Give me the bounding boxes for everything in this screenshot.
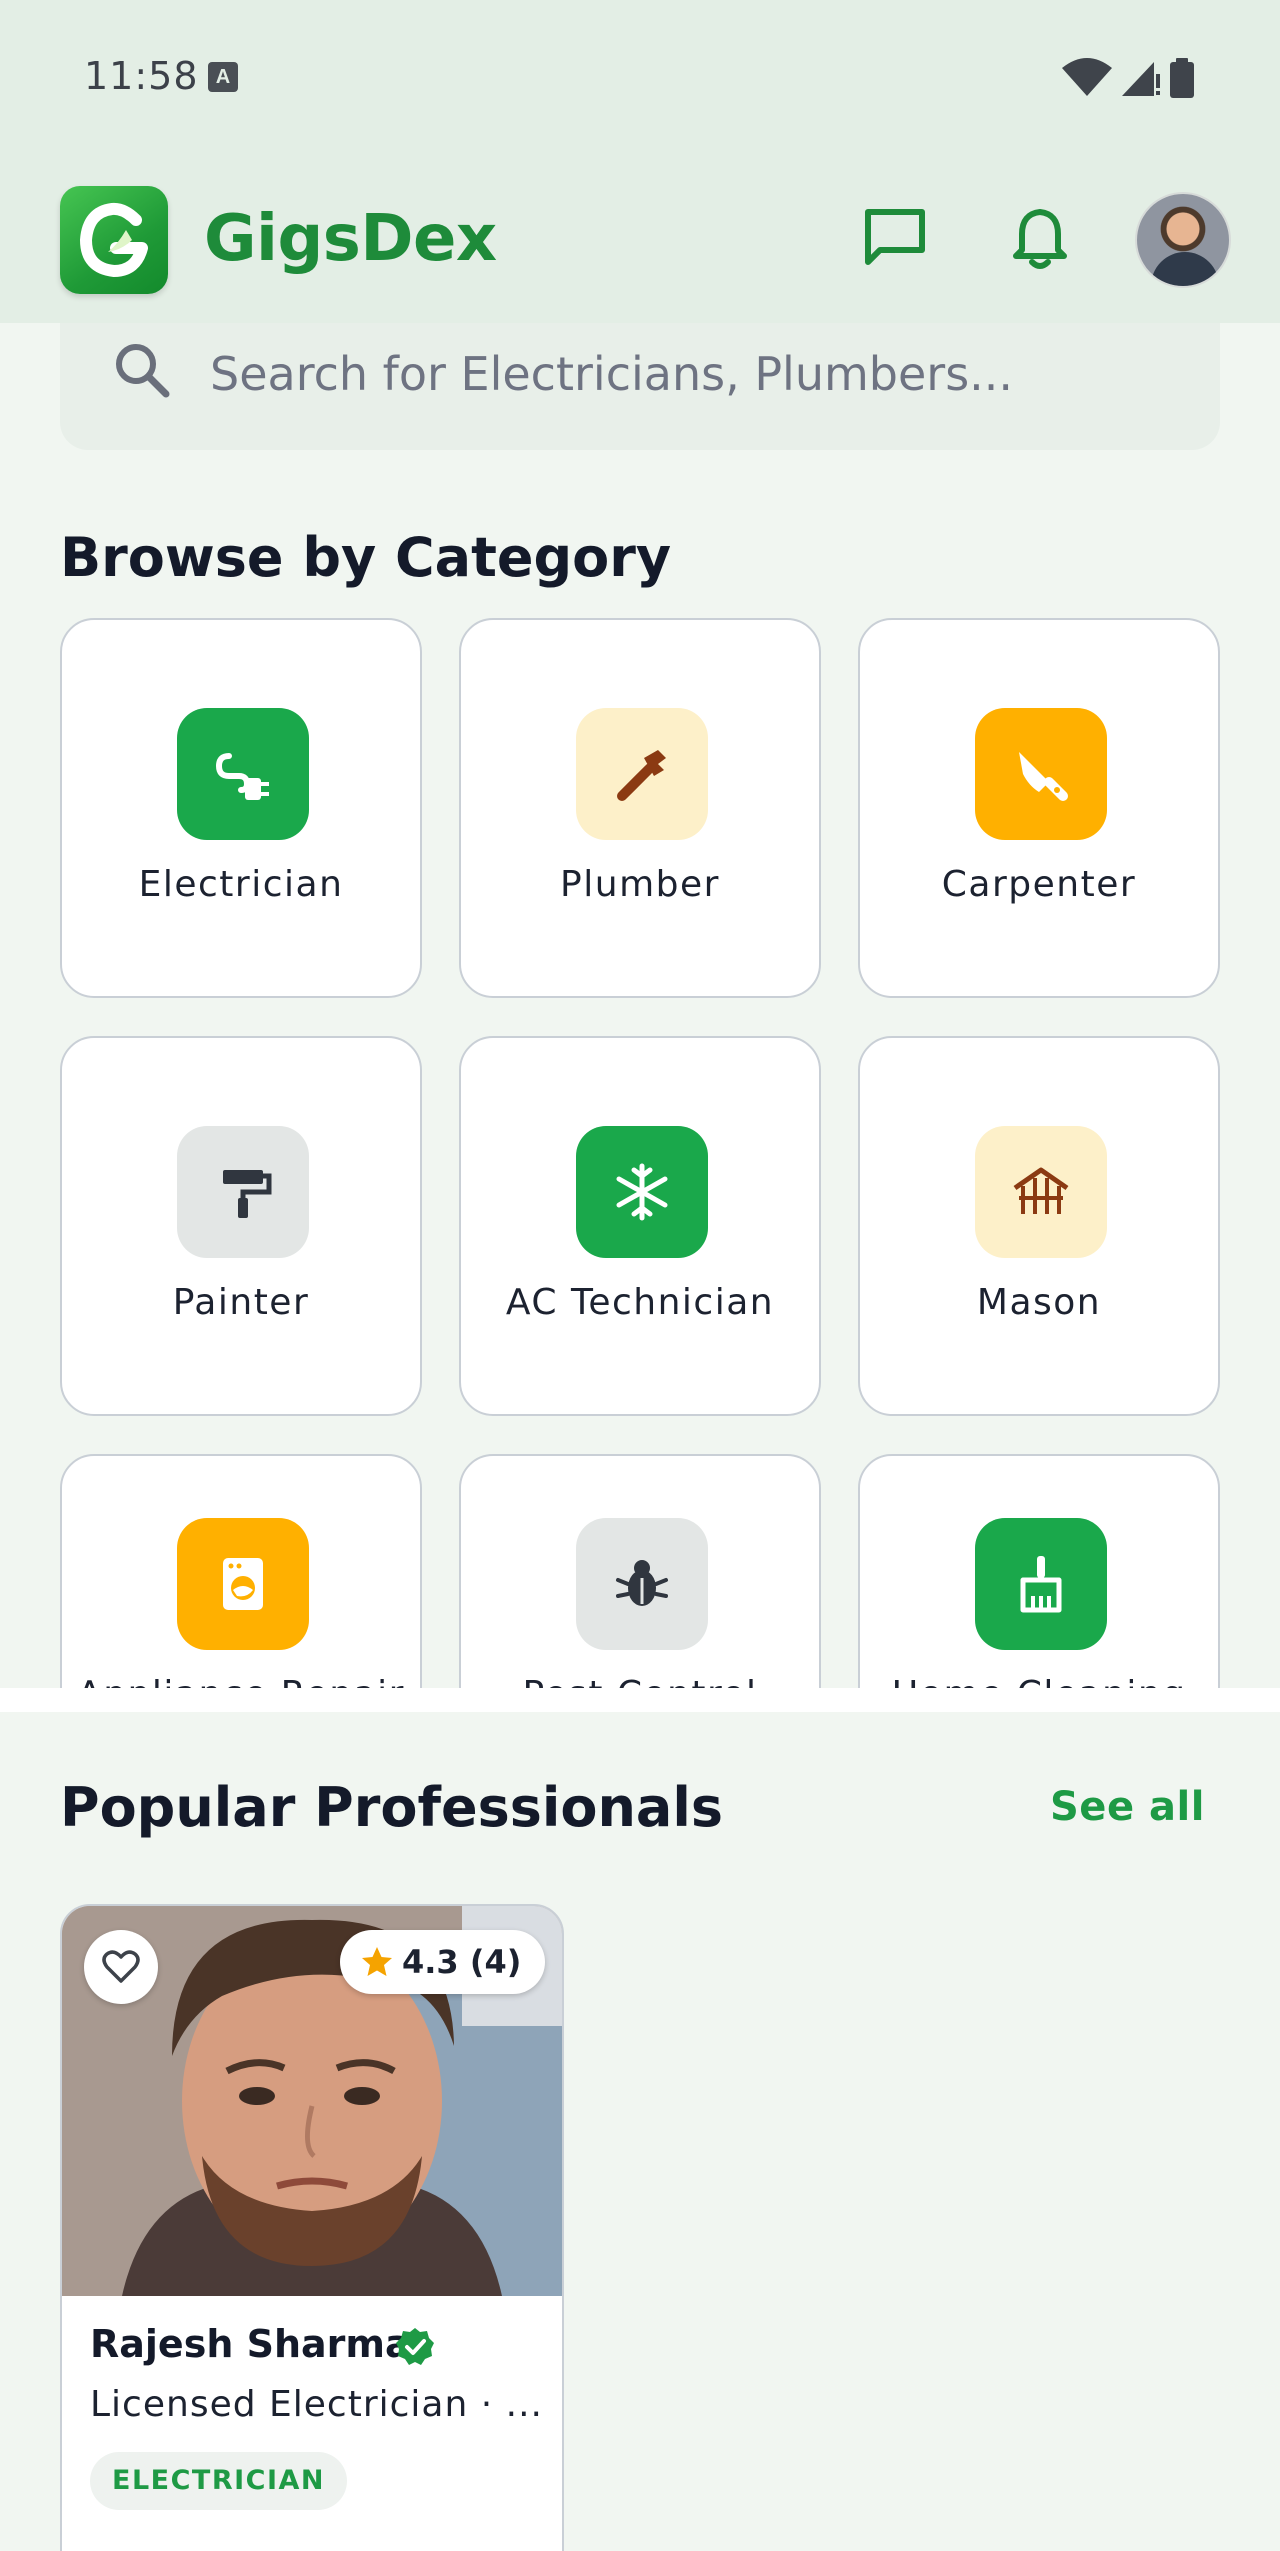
search-input[interactable] — [210, 344, 1160, 404]
category-label: Electrician — [138, 864, 344, 905]
chat-icon[interactable] — [862, 206, 928, 270]
status-time: 11:58 — [84, 54, 199, 98]
category-appliance-repair[interactable]: Appliance Repair — [60, 1454, 422, 1688]
category-label: AC Technician — [505, 1282, 775, 1323]
search-icon — [116, 344, 170, 398]
category-tag: ELECTRICIAN — [90, 2452, 348, 2510]
washing-machine-icon — [177, 1518, 309, 1650]
top-bar: 11:58 A GigsDex — [0, 0, 1280, 323]
category-painter[interactable]: Painter — [60, 1036, 422, 1416]
rating-value: 4.3 (4) — [402, 1943, 522, 1981]
category-electrician[interactable]: Electrician — [60, 618, 422, 998]
app-title: GigsDex — [204, 202, 497, 276]
battery-icon — [1169, 58, 1194, 98]
professional-subtitle: Licensed Electrician · ... — [90, 2384, 540, 2425]
status-icons — [1060, 56, 1197, 100]
category-pest-control[interactable]: Pest Control — [459, 1454, 821, 1688]
favorite-button[interactable] — [84, 1930, 158, 2004]
category-mason[interactable]: Mason — [858, 1036, 1220, 1416]
avatar[interactable] — [1135, 192, 1231, 288]
saw-icon — [975, 708, 1107, 840]
snowflake-icon — [576, 1126, 708, 1258]
star-icon — [362, 1947, 392, 1976]
category-plumber[interactable]: Plumber — [459, 618, 821, 998]
category-grid: Electrician Plumber Carpenter Painter AC… — [0, 600, 1280, 1688]
category-carpenter[interactable]: Carpenter — [858, 618, 1220, 998]
status-a-icon: A — [208, 62, 238, 92]
paint-roller-icon — [177, 1126, 309, 1258]
plug-icon — [177, 708, 309, 840]
category-label: Plumber — [560, 864, 720, 905]
category-label: Home Cleaning — [860, 1674, 1218, 1688]
category-label: Painter — [172, 1282, 310, 1323]
pipe-wrench-icon — [576, 708, 708, 840]
popular-professionals-title: Popular Professionals — [60, 1776, 724, 1839]
heart-icon — [102, 1950, 140, 1983]
verified-badge-icon — [396, 2328, 434, 2365]
professional-card[interactable]: 4.3 (4) Rajesh Sharma Licensed Electrici… — [60, 1904, 564, 2551]
category-label: Mason — [976, 1282, 1102, 1323]
rating-badge: 4.3 (4) — [340, 1930, 546, 1994]
bell-icon[interactable] — [1012, 206, 1068, 270]
category-ac-technician[interactable]: AC Technician — [459, 1036, 821, 1416]
brick-house-icon — [975, 1126, 1107, 1258]
cell-signal-icon — [1122, 62, 1161, 96]
category-label: Appliance Repair — [62, 1674, 420, 1688]
gigsdex-logo-icon[interactable] — [60, 186, 168, 294]
professional-name: Rajesh Sharma — [90, 2322, 411, 2366]
category-home-cleaning[interactable]: Home Cleaning — [858, 1454, 1220, 1688]
category-label: Carpenter — [941, 864, 1137, 905]
wifi-icon — [1062, 58, 1112, 96]
broom-icon — [975, 1518, 1107, 1650]
browse-category-title: Browse by Category — [60, 526, 672, 589]
category-label: Pest Control — [461, 1674, 819, 1688]
see-all-link[interactable]: See all — [1050, 1784, 1205, 1830]
bug-icon — [576, 1518, 708, 1650]
section-divider — [0, 1688, 1280, 1712]
